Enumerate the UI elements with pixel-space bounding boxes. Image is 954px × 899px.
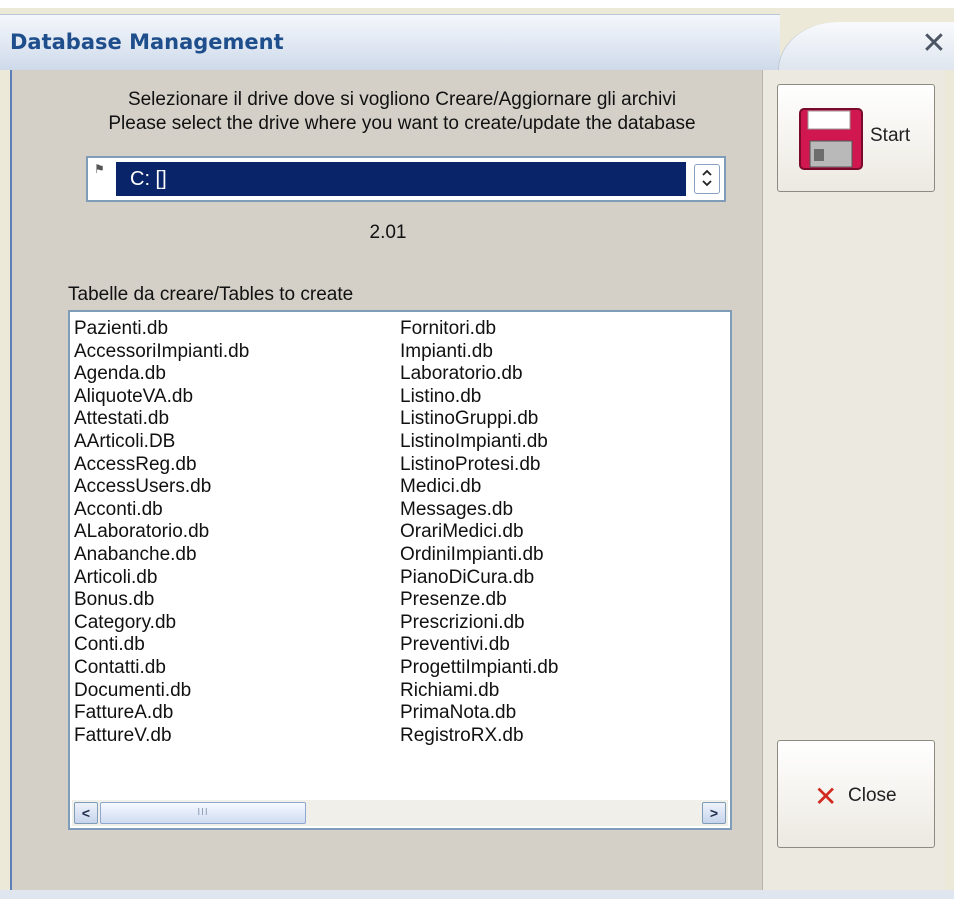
- drive-select[interactable]: ⚑ C: []: [86, 156, 726, 202]
- button-panel: Start ✕ Close: [762, 70, 945, 890]
- floppy-disk-icon: [799, 108, 863, 170]
- list-item[interactable]: PianoDiCura.db: [400, 567, 558, 590]
- list-item[interactable]: Listino.db: [400, 386, 558, 409]
- list-item[interactable]: ListinoImpianti.db: [400, 431, 558, 454]
- window-title: Database Management: [10, 30, 284, 54]
- list-item[interactable]: AliquoteVA.db: [74, 386, 249, 409]
- list-item[interactable]: Messages.db: [400, 499, 558, 522]
- list-item[interactable]: AccessoriImpianti.db: [74, 341, 249, 364]
- list-item[interactable]: AArticoli.DB: [74, 431, 249, 454]
- start-button[interactable]: Start: [777, 84, 935, 192]
- close-button[interactable]: ✕ Close: [777, 740, 935, 848]
- list-item[interactable]: AccessUsers.db: [74, 476, 249, 499]
- scrollbar-thumb[interactable]: III: [100, 802, 306, 824]
- tables-listbox[interactable]: Pazienti.db AccessoriImpianti.db Agenda.…: [68, 310, 732, 830]
- start-button-label: Start: [870, 125, 911, 146]
- list-item[interactable]: Acconti.db: [74, 499, 249, 522]
- list-item[interactable]: Bonus.db: [74, 589, 249, 612]
- tables-column-1: Pazienti.db AccessoriImpianti.db Agenda.…: [74, 318, 249, 747]
- window-bottom-border: [0, 890, 954, 899]
- list-item[interactable]: OrariMedici.db: [400, 521, 558, 544]
- tables-label: Tabelle da creare/Tables to create: [68, 284, 354, 305]
- drive-flag-icon: ⚑: [94, 162, 105, 176]
- scroll-left-icon[interactable]: <: [74, 802, 98, 824]
- list-item[interactable]: Impianti.db: [400, 341, 558, 364]
- scroll-right-icon[interactable]: >: [702, 802, 726, 824]
- horizontal-scrollbar[interactable]: < III >: [72, 800, 728, 826]
- drive-select-value[interactable]: C: []: [116, 162, 686, 196]
- list-item[interactable]: OrdiniImpianti.db: [400, 544, 558, 567]
- list-item[interactable]: Prescrizioni.db: [400, 612, 558, 635]
- list-item[interactable]: FattureA.db: [74, 702, 249, 725]
- dialog-client-area: Selezionare il drive dove si vogliono Cr…: [10, 70, 945, 890]
- title-bar: Database Management ✕: [0, 8, 954, 70]
- list-item[interactable]: Presenze.db: [400, 589, 558, 612]
- list-item[interactable]: Category.db: [74, 612, 249, 635]
- list-item[interactable]: FattureV.db: [74, 725, 249, 748]
- instruction-italian: Selezionare il drive dove si vogliono Cr…: [127, 89, 677, 110]
- instructions: Selezionare il drive dove si vogliono Cr…: [52, 88, 752, 136]
- tables-column-2: Fornitori.db Impianti.db Laboratorio.db …: [400, 318, 558, 747]
- list-item[interactable]: Medici.db: [400, 476, 558, 499]
- list-item[interactable]: Pazienti.db: [74, 318, 249, 341]
- version-label: 2.01: [369, 222, 407, 243]
- list-item[interactable]: Anabanche.db: [74, 544, 249, 567]
- list-item[interactable]: Attestati.db: [74, 408, 249, 431]
- list-item[interactable]: RegistroRX.db: [400, 725, 558, 748]
- list-item[interactable]: Laboratorio.db: [400, 363, 558, 386]
- list-item[interactable]: PrimaNota.db: [400, 702, 558, 725]
- instruction-english: Please select the drive where you want t…: [108, 113, 696, 134]
- list-item[interactable]: Preventivi.db: [400, 634, 558, 657]
- list-item[interactable]: Documenti.db: [74, 680, 249, 703]
- list-item[interactable]: Agenda.db: [74, 363, 249, 386]
- close-button-label: Close: [848, 785, 897, 806]
- list-item[interactable]: ListinoGruppi.db: [400, 408, 558, 431]
- list-item[interactable]: Contatti.db: [74, 657, 249, 680]
- close-icon: ✕: [814, 780, 838, 813]
- up-down-chevron-icon: [702, 169, 712, 187]
- list-item[interactable]: Articoli.db: [74, 567, 249, 590]
- list-item[interactable]: AccessReg.db: [74, 454, 249, 477]
- list-item[interactable]: ProgettiImpianti.db: [400, 657, 558, 680]
- list-item[interactable]: Richiami.db: [400, 680, 558, 703]
- combo-spin-icon[interactable]: [694, 164, 720, 194]
- list-item[interactable]: ListinoProtesi.db: [400, 454, 558, 477]
- main-panel: Selezionare il drive dove si vogliono Cr…: [10, 70, 764, 890]
- window-close-icon[interactable]: ✕: [920, 29, 948, 59]
- list-item[interactable]: ALaboratorio.db: [74, 521, 249, 544]
- database-management-window: Database Management ✕ Selezionare il dri…: [0, 8, 954, 899]
- list-item[interactable]: Fornitori.db: [400, 318, 558, 341]
- list-item[interactable]: Conti.db: [74, 634, 249, 657]
